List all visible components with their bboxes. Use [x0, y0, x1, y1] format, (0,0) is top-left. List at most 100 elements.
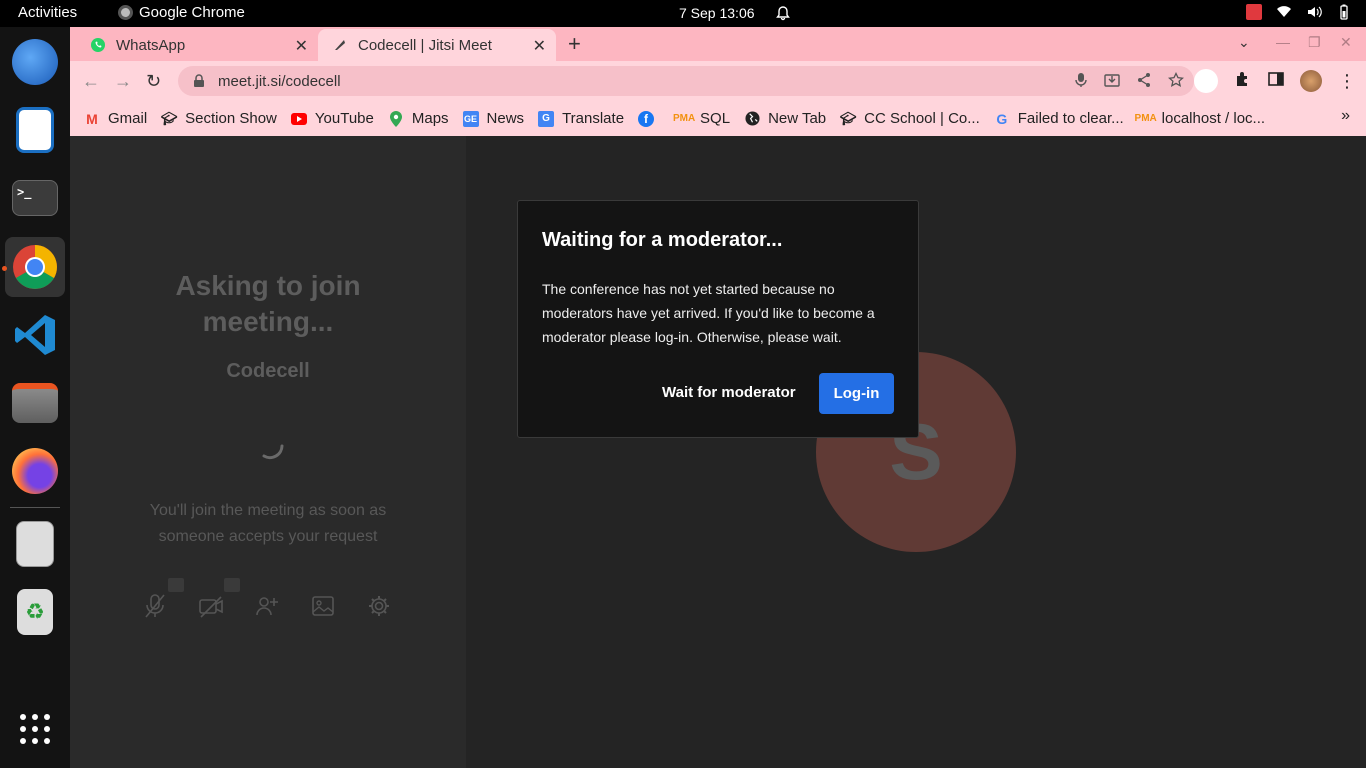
- jitsi-icon: [332, 37, 348, 53]
- asking-to-join-heading: Asking to join meeting...: [175, 270, 361, 337]
- remote-desktop-icon[interactable]: [1246, 4, 1262, 20]
- reload-icon[interactable]: ↻: [146, 71, 161, 92]
- menu-kebab-icon[interactable]: ⋮: [1338, 72, 1356, 90]
- back-arrow-icon[interactable]: ←: [82, 71, 100, 92]
- restore-button[interactable]: ❐: [1308, 34, 1321, 51]
- bookmark-gmail[interactable]: M Gmail: [84, 110, 147, 127]
- microphone-icon[interactable]: [1074, 72, 1088, 93]
- audio-options-chevron-icon[interactable]: [168, 578, 184, 592]
- profile-avatar[interactable]: [1300, 70, 1322, 92]
- bookmark-news[interactable]: GE News: [462, 110, 524, 127]
- globe-icon: [744, 111, 760, 127]
- login-button[interactable]: Log-in: [819, 373, 894, 414]
- translate-icon: G: [538, 110, 555, 127]
- camera-toggle-button[interactable]: [198, 578, 240, 620]
- dock: >_ ♻: [0, 27, 70, 768]
- bookmark-maps[interactable]: Maps: [388, 110, 449, 127]
- waiting-for-moderator-dialog: Waiting for a moderator... The conferenc…: [517, 200, 919, 438]
- tab-whatsapp[interactable]: WhatsApp ✕: [78, 29, 318, 61]
- volume-icon[interactable]: [1306, 4, 1322, 20]
- gmail-icon: M: [86, 110, 98, 127]
- new-tab-button[interactable]: +: [568, 31, 581, 57]
- dock-vscode[interactable]: [5, 305, 65, 365]
- system-top-bar: Activities Google Chrome 7 Sep 13:06: [0, 0, 1366, 27]
- wait-for-moderator-button[interactable]: Wait for moderator: [662, 384, 796, 401]
- app-menu[interactable]: Google Chrome: [118, 4, 245, 21]
- dialog-title: Waiting for a moderator...: [542, 229, 783, 251]
- close-window-button[interactable]: ✕: [1340, 34, 1352, 51]
- bookmark-failed-to-clear[interactable]: G Failed to clear...: [994, 110, 1123, 127]
- google-icon: G: [996, 110, 1008, 127]
- maps-pin-icon: [388, 110, 404, 127]
- bookmark-cc-school[interactable]: 🎓︎ CC School | Co...: [840, 110, 980, 127]
- chrome-icon: [13, 245, 57, 289]
- install-app-icon[interactable]: [1104, 72, 1120, 93]
- bookmark-localhost[interactable]: PMA localhost / loc...: [1134, 110, 1266, 127]
- video-options-chevron-icon[interactable]: [224, 578, 240, 592]
- clock[interactable]: 7 Sep 13:06: [679, 5, 755, 21]
- app-grid-icon: [20, 714, 50, 744]
- thunderbird-icon: [12, 39, 58, 85]
- activities-button[interactable]: Activities: [18, 4, 77, 21]
- loading-spinner-icon: [262, 444, 284, 460]
- share-icon[interactable]: [1136, 72, 1152, 93]
- side-panel-icon[interactable]: [1268, 71, 1284, 92]
- bookmark-section-show[interactable]: 🎓︎ Section Show: [161, 110, 277, 127]
- dock-disc[interactable]: [5, 514, 65, 574]
- settings-button[interactable]: [366, 592, 392, 620]
- address-bar[interactable]: meet.jit.si/codecell: [178, 66, 1194, 96]
- minimize-button[interactable]: —: [1276, 34, 1290, 50]
- extensions-puzzle-icon[interactable]: [1234, 70, 1252, 93]
- room-name: Codecell: [226, 360, 310, 382]
- forward-arrow-icon[interactable]: →: [114, 71, 132, 92]
- bookmark-youtube[interactable]: YouTube: [290, 110, 374, 127]
- bookmark-star-icon[interactable]: [1167, 71, 1185, 93]
- microphone-off-icon: [145, 594, 165, 618]
- tab-close-icon[interactable]: ✕: [533, 36, 546, 56]
- bookmark-facebook[interactable]: f: [638, 110, 662, 127]
- graduation-cap-icon: 🎓︎: [839, 110, 857, 126]
- bookmark-sql[interactable]: PMA SQL: [672, 110, 730, 127]
- tab-strip: WhatsApp ✕ Codecell | Jitsi Meet ✕ + ⌄ —…: [70, 27, 1366, 61]
- dock-trash[interactable]: ♻: [5, 582, 65, 642]
- dock-terminal[interactable]: >_: [5, 168, 65, 228]
- battery-icon[interactable]: [1336, 4, 1352, 20]
- chrome-icon: [118, 5, 133, 20]
- dock-firefox[interactable]: [5, 441, 65, 501]
- prejoin-panel: Asking to join meeting... Codecell You'l…: [70, 136, 466, 768]
- wifi-icon[interactable]: [1276, 4, 1292, 20]
- trash-icon: ♻: [17, 589, 53, 635]
- tab-close-icon[interactable]: ✕: [295, 36, 308, 56]
- phpmyadmin-icon: PMA: [1134, 113, 1157, 124]
- youtube-icon: [290, 111, 307, 127]
- mute-microphone-button[interactable]: [142, 578, 184, 620]
- bookmark-new-tab[interactable]: New Tab: [744, 110, 826, 127]
- browser-window: WhatsApp ✕ Codecell | Jitsi Meet ✕ + ⌄ —…: [70, 27, 1366, 136]
- notification-bell-icon[interactable]: [775, 5, 791, 25]
- tab-title: Codecell | Jitsi Meet: [358, 36, 492, 54]
- files-icon: [12, 383, 58, 423]
- tab-jitsi-meet[interactable]: Codecell | Jitsi Meet ✕: [318, 29, 556, 61]
- extension-circle-icon[interactable]: [1194, 69, 1218, 93]
- more-bookmarks-chevron-icon[interactable]: »: [1341, 107, 1350, 125]
- bookmark-translate[interactable]: G Translate: [538, 110, 624, 127]
- dock-writer[interactable]: [5, 100, 65, 160]
- join-message: You'll join the meeting as soon as someo…: [149, 502, 387, 545]
- camera-off-icon: [199, 596, 223, 618]
- lock-icon[interactable]: [192, 74, 206, 88]
- image-icon: [312, 596, 334, 616]
- vscode-icon: [15, 315, 55, 355]
- terminal-icon: >_: [12, 180, 58, 216]
- virtual-background-button[interactable]: [310, 592, 336, 620]
- dock-chrome[interactable]: [5, 237, 65, 297]
- tab-search-chevron-icon[interactable]: ⌄: [1238, 34, 1250, 51]
- show-applications-button[interactable]: [5, 699, 65, 759]
- phpmyadmin-icon: PMA: [672, 113, 696, 124]
- invite-people-button[interactable]: [254, 592, 280, 620]
- document-writer-icon: [16, 107, 54, 153]
- dock-files[interactable]: [5, 373, 65, 433]
- gear-icon: [369, 596, 389, 616]
- dock-thunderbird[interactable]: [5, 32, 65, 92]
- google-news-icon: GE: [462, 110, 479, 127]
- dialog-body: The conference has not yet started becau…: [542, 281, 875, 345]
